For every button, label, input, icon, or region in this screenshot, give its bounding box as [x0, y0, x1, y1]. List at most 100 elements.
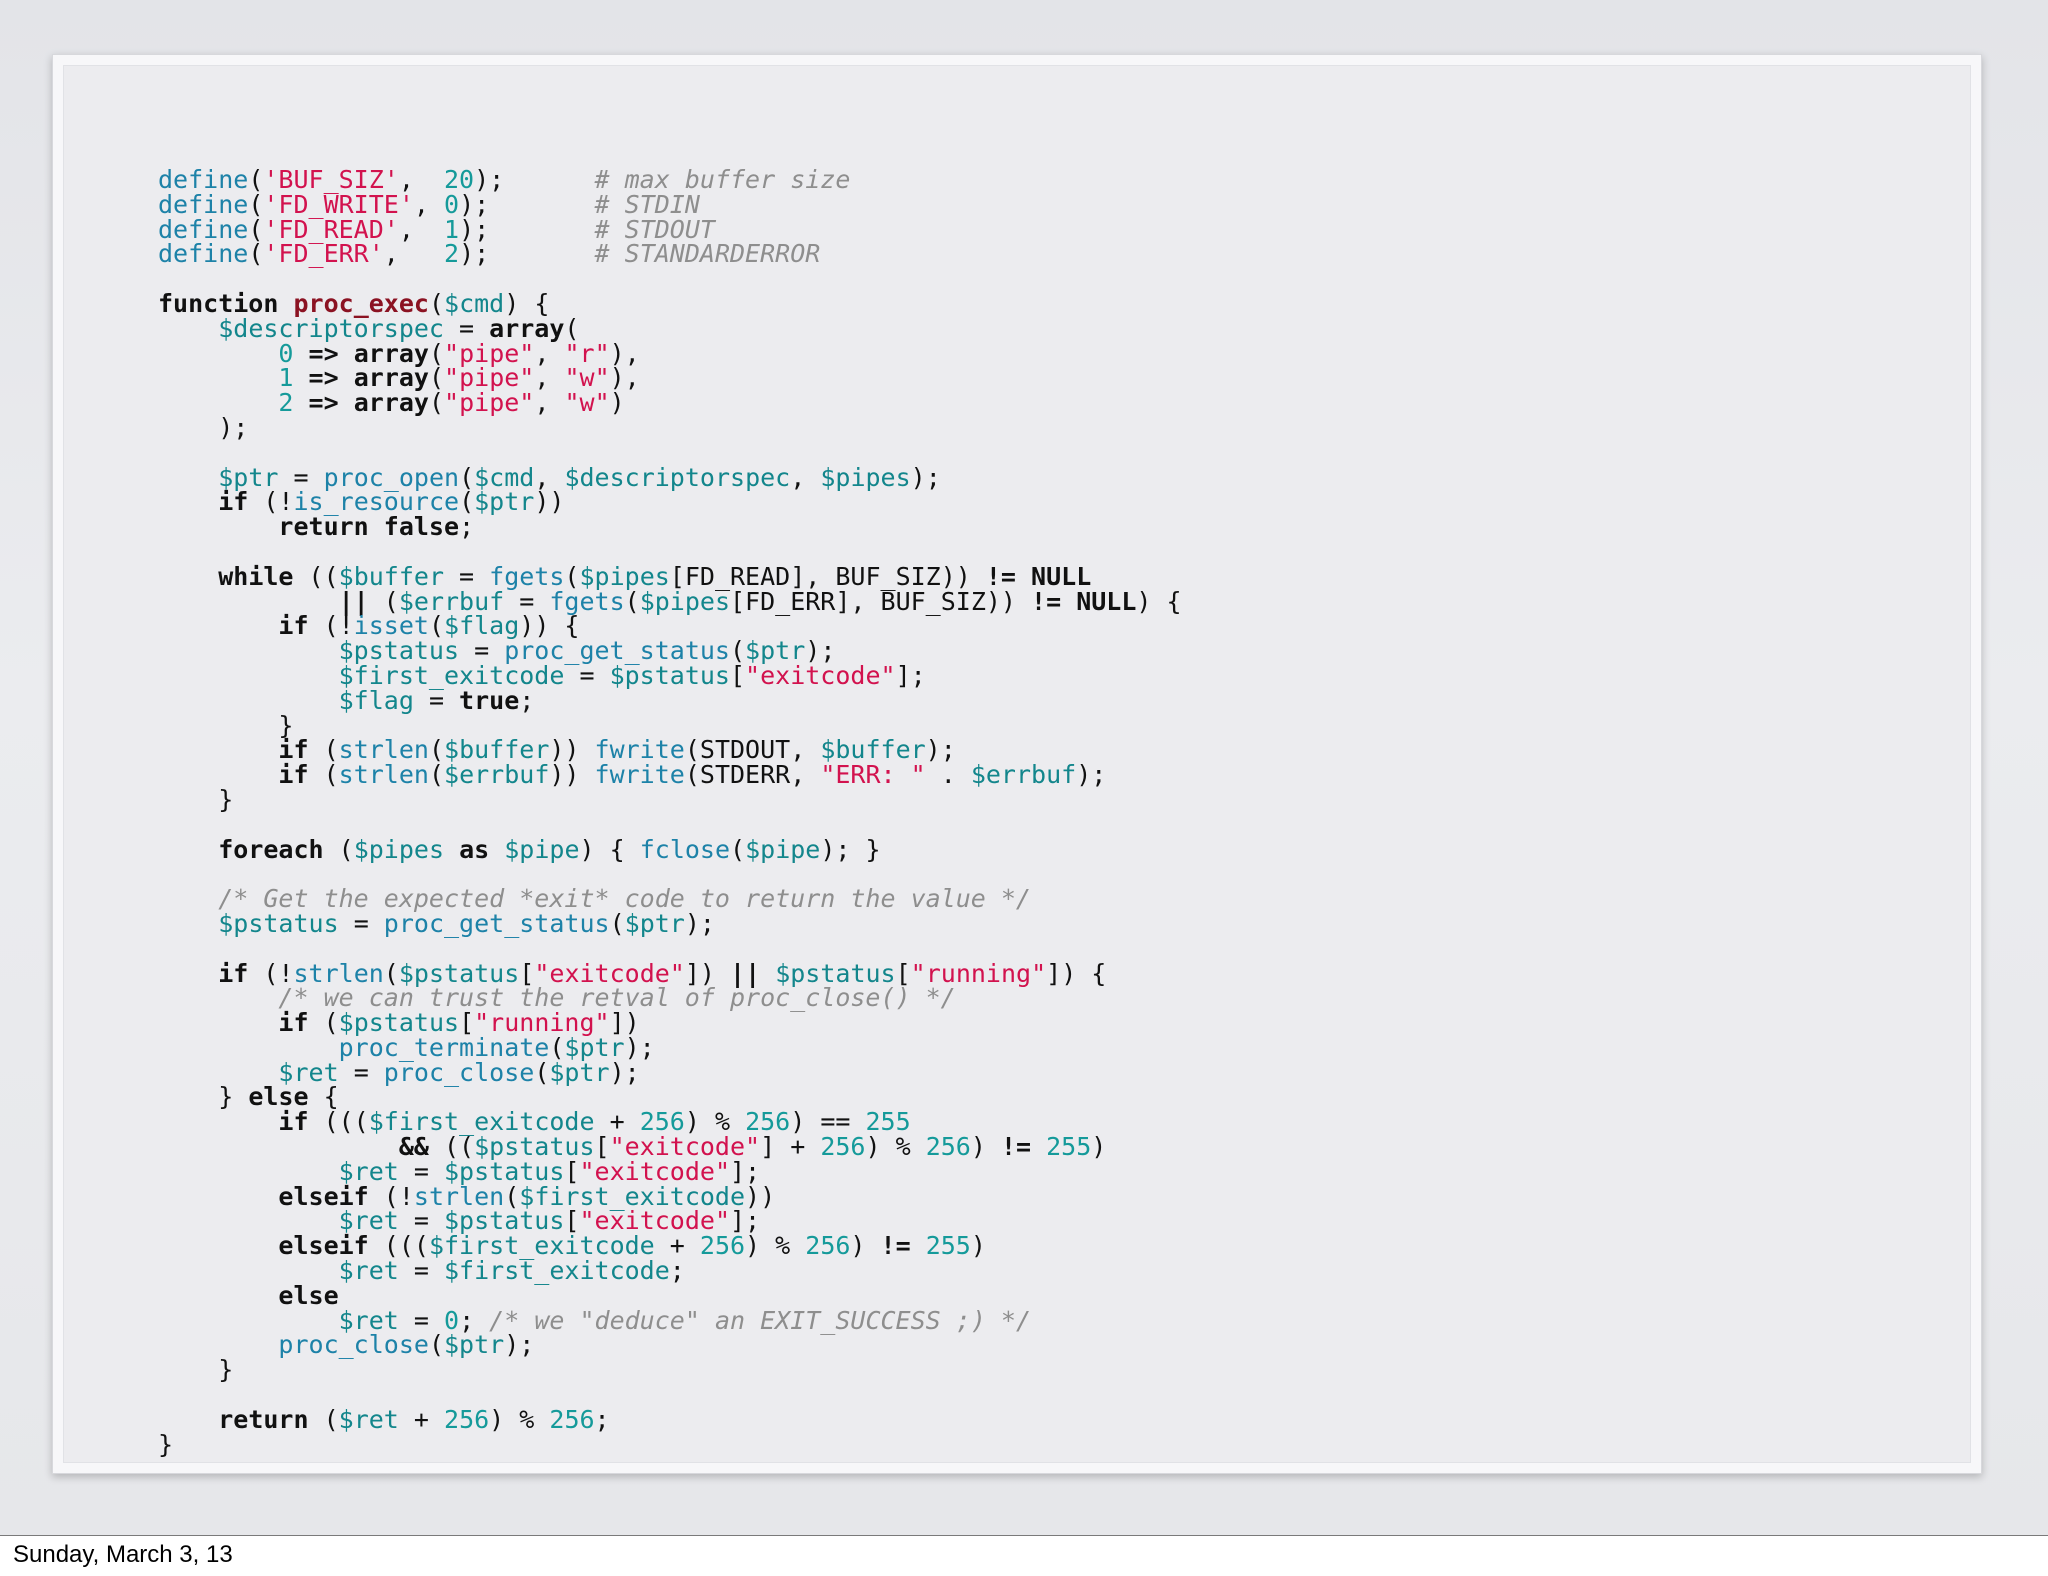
- code-line: 2 => array("pipe", "w"): [158, 388, 1182, 418]
- code-text: ); }: [820, 834, 881, 864]
- code-line: );: [158, 412, 1182, 442]
- code-number: 2: [278, 388, 294, 418]
- code-number: 255: [925, 1231, 971, 1261]
- code-variable: $pipes: [820, 462, 911, 492]
- code-text: ,: [383, 239, 445, 269]
- code-text: (: [609, 908, 625, 938]
- code-number: 256: [549, 1404, 595, 1434]
- code-keyword: NULL: [1076, 586, 1137, 616]
- code-text: );: [684, 908, 715, 938]
- code-line: proc_close($ptr);: [158, 1330, 1182, 1360]
- code-text: (: [624, 586, 640, 616]
- code-text: (: [248, 239, 264, 269]
- code-variable: $pstatus: [218, 908, 339, 938]
- code-text: =: [398, 1256, 444, 1286]
- code-comment: /* we "deduce" an EXIT_SUCCESS ;) */: [489, 1305, 1032, 1335]
- footer-date: Sunday, March 3, 13: [13, 1541, 233, 1568]
- code-keyword: true: [459, 685, 520, 715]
- code-text: ]) {: [1046, 958, 1107, 988]
- code-variable: $ptr: [444, 1330, 505, 1360]
- code-text: }: [158, 1429, 174, 1459]
- code-text: ): [850, 1231, 881, 1261]
- code-text: [: [729, 660, 746, 690]
- code-text: ): [609, 388, 625, 418]
- code-text: );: [910, 462, 941, 492]
- code-text: ) %: [489, 1404, 550, 1434]
- code-variable: $ptr: [624, 908, 685, 938]
- code-number: 256: [699, 1231, 746, 1261]
- code-line: if (strlen($errbuf)) fwrite(STDERR, "ERR…: [158, 760, 1182, 790]
- code-text: )): [534, 487, 565, 517]
- code-text: ): [1091, 1132, 1107, 1162]
- code-keyword: =>: [308, 388, 339, 418]
- code-variable: $pipes: [353, 834, 444, 864]
- code-keyword: return false: [278, 512, 460, 542]
- code-variable: $ret: [338, 1404, 399, 1434]
- code-function: fclose: [639, 834, 731, 864]
- code-keyword: !=: [1031, 586, 1062, 616]
- code-line: }: [158, 1429, 1182, 1459]
- code-text: ) %: [745, 1231, 806, 1261]
- code-line: }: [158, 787, 1182, 813]
- code-text: (: [428, 1330, 444, 1360]
- code-keyword: !=: [1000, 1132, 1032, 1162]
- code-string: 'FD_ERR': [263, 239, 384, 269]
- code-text: );: [1076, 760, 1107, 790]
- code-keyword: !=: [880, 1231, 911, 1261]
- code-text: }: [158, 1355, 234, 1385]
- code-keyword: return: [218, 1404, 309, 1434]
- code-text: ,: [534, 388, 565, 418]
- code-text: (: [730, 834, 746, 864]
- code-number: 256: [805, 1231, 851, 1261]
- code-text: =: [338, 1057, 384, 1087]
- code-number: 256: [820, 1132, 866, 1162]
- code-text: =: [338, 908, 384, 938]
- code-function: fwrite: [594, 760, 685, 790]
- code-text: +: [398, 1404, 445, 1434]
- code-text: (STDERR,: [684, 760, 821, 790]
- code-string: "pipe": [444, 388, 535, 418]
- code-text: (: [428, 760, 445, 790]
- code-variable: $pstatus: [609, 660, 730, 690]
- code-keyword: array: [353, 388, 429, 418]
- code-line: $flag = true;: [158, 685, 1182, 715]
- code-number: 256: [444, 1404, 490, 1434]
- code-line: foreach ($pipes as $pipe) { fclose($pipe…: [158, 834, 1182, 864]
- code-text: =: [564, 660, 610, 690]
- code-line: $pstatus = proc_get_status($ptr);: [158, 908, 1182, 938]
- code-line: return ($ret + 256) % 256;: [158, 1404, 1182, 1434]
- code-string: "exitcode": [745, 660, 896, 690]
- code-text: );: [504, 1330, 535, 1360]
- code-text: (: [308, 1404, 339, 1434]
- code-text: (: [428, 388, 445, 418]
- code-text: ): [970, 1231, 986, 1261]
- code-text: (: [323, 834, 354, 864]
- code-function: proc_close: [278, 1330, 429, 1360]
- presentation-canvas: define('BUF_SIZ', 20); # max buffer size…: [0, 0, 2048, 1536]
- code-variable: $ret: [338, 1256, 399, 1286]
- code-text: .: [925, 760, 971, 790]
- code-line: define('FD_ERR', 2); # STANDARDERROR: [158, 239, 1182, 269]
- code-line: }: [158, 1355, 1182, 1385]
- code-text: );: [158, 412, 249, 442]
- code-text: ;: [459, 512, 475, 542]
- code-text: ) {: [1136, 586, 1182, 616]
- code-text: ];: [895, 660, 926, 690]
- code-variable: $ptr: [474, 487, 535, 517]
- code-variable: $ptr: [549, 1057, 610, 1087]
- code-keyword: as: [459, 834, 490, 864]
- code-keyword: if: [278, 760, 309, 790]
- code-function: proc_close: [383, 1057, 535, 1087]
- code-variable: $descriptorspec: [564, 462, 791, 492]
- code-text: );: [459, 239, 595, 269]
- code-text: [FD_ERR], BUF_SIZ)): [730, 586, 1032, 616]
- code-function: proc_get_status: [383, 908, 610, 938]
- code-number: 255: [1046, 1132, 1092, 1162]
- code-block: define('BUF_SIZ', 20); # max buffer size…: [158, 167, 1182, 1459]
